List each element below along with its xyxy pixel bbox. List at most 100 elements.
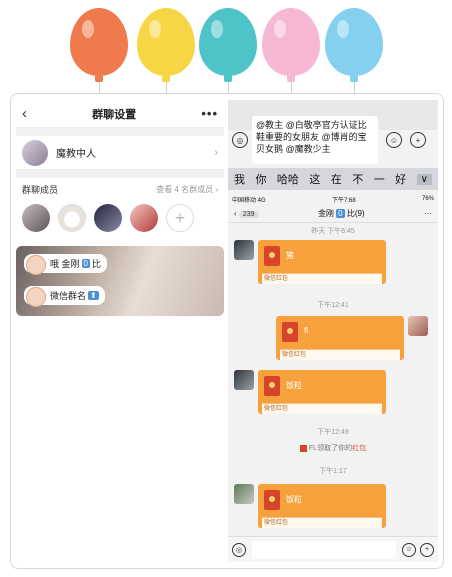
candidate[interactable]: 不 (352, 171, 363, 187)
red-packet-text: 饭粒 (286, 495, 302, 504)
emoji-icon[interactable]: ☺ (386, 132, 402, 148)
chat-panel: ◎ @教主 @白敬亭官方认证比鞋重要的女朋友 @博肖的宝贝女鹅 @魔教少主 ☺ … (228, 100, 438, 562)
balloon-yellow (137, 8, 195, 82)
ime-candidates: 我 你 哈哈 这 在 不 一 好 ∨ (228, 168, 438, 190)
photo-bubble: 哦 金刚 0 比 (24, 254, 107, 275)
member-avatar[interactable] (58, 204, 86, 232)
timestamp: 下午12:49 (317, 429, 349, 436)
add-member-button[interactable]: + (166, 204, 194, 232)
chat-title-suffix: 比(9) (346, 209, 365, 218)
more-icon[interactable]: ··· (424, 209, 432, 218)
candidate[interactable]: 在 (331, 171, 342, 187)
red-packet-text: 猪 (286, 251, 294, 260)
red-packet-icon (299, 444, 307, 452)
balloon-shine (337, 20, 349, 38)
bubble-text: 微信群名 (50, 291, 87, 301)
balloon-knot (287, 75, 295, 82)
arrow-up-icon: ⬆ (88, 291, 99, 300)
voice-icon[interactable]: ◎ (232, 132, 248, 148)
composer: ◎ @教主 @白敬亭官方认证比鞋重要的女朋友 @博肖的宝贝女鹅 @魔教少主 ☺ … (228, 114, 438, 166)
red-packet[interactable]: 猪 微信红包 (258, 240, 386, 284)
candidate[interactable]: 一 (374, 171, 385, 187)
back-button[interactable]: ‹ 239 (234, 209, 259, 218)
balloon-shine (274, 20, 286, 38)
balloon-blue (325, 8, 383, 82)
status-bar: 中国移动 4G 下午7:68 76% (228, 193, 438, 205)
settings-header: ‹ 群聊设置 ••• (16, 100, 224, 128)
battery: 76% (421, 196, 434, 202)
candidate[interactable]: 好 (395, 171, 406, 187)
red-packet-icon (264, 246, 280, 266)
candidate[interactable]: 这 (309, 171, 320, 187)
red-packet-label: 微信红包 (280, 349, 400, 360)
timestamp: 下午12:41 (317, 302, 349, 309)
self-avatar[interactable] (408, 316, 428, 336)
bubble-text: 哦 金刚 (50, 259, 80, 269)
member-avatar[interactable] (94, 204, 122, 232)
received-text: FL领取了你的 (308, 445, 353, 452)
members-header: 群聊成员 查看 4 名群成员 › (16, 178, 224, 200)
group-settings-panel: ‹ 群聊设置 ••• 魔教中人 › 群聊成员 查看 4 名群成员 › + 哦 金… (16, 100, 224, 316)
voice-icon[interactable]: ◎ (232, 542, 246, 557)
red-packet[interactable]: 饭粒 微信红包 (258, 484, 386, 528)
section-gap (16, 170, 224, 178)
clock: 下午7:68 (331, 197, 356, 204)
chevron-right-icon: › (214, 146, 218, 159)
message-row: 饭粒 微信红包 (234, 484, 386, 528)
red-packet-label: 微信红包 (262, 273, 382, 284)
red-packet-icon (264, 376, 280, 396)
red-packet-label: 微信红包 (262, 403, 382, 414)
member-avatar[interactable] (22, 204, 50, 232)
plus-icon[interactable]: + (410, 132, 426, 148)
candidate[interactable]: 你 (255, 171, 266, 187)
balloon-knot (350, 75, 358, 82)
red-packet-icon (264, 490, 280, 510)
candidate[interactable]: 哈哈 (277, 171, 299, 187)
balloon-teal (199, 8, 257, 82)
sender-avatar[interactable] (234, 484, 254, 504)
emoji-icon[interactable]: ☺ (402, 542, 416, 557)
chat-header: ‹ 239 金刚 0 比(9) ··· (228, 205, 438, 223)
page-title: 群聊设置 (92, 108, 137, 121)
balloon-shine (211, 20, 223, 38)
red-packet[interactable]: fl 微信红包 (276, 316, 404, 360)
plus-icon[interactable]: + (420, 542, 434, 557)
expand-candidates-icon[interactable]: ∨ (416, 173, 432, 185)
message-row: fl 微信红包 (276, 316, 428, 360)
members-list: + (16, 200, 224, 236)
chat-title: 金刚 0 比(9) (318, 208, 365, 219)
red-packet-icon (282, 322, 298, 342)
candidate[interactable]: 我 (234, 171, 245, 187)
red-packet[interactable]: 饭粒 微信红包 (258, 370, 386, 414)
balloon-shine (149, 20, 161, 38)
balloon-knot (95, 75, 103, 82)
more-icon[interactable]: ••• (201, 106, 218, 121)
sender-avatar[interactable] (234, 240, 254, 260)
sender-avatar[interactable] (234, 370, 254, 390)
red-packet-link[interactable]: 红包 (352, 445, 366, 452)
chat-input[interactable] (252, 540, 396, 559)
carrier: 中国移动 4G (232, 197, 266, 204)
tag-badge: 0 (81, 259, 90, 268)
cartoon-avatar (26, 287, 46, 307)
balloon-knot (162, 75, 170, 82)
message-input[interactable]: @教主 @白敬亭官方认证比鞋重要的女朋友 @博肖的宝贝女鹅 @魔教少主 (252, 116, 378, 164)
message-row: 饭粒 微信红包 (234, 370, 386, 414)
timestamp: 昨天 下午6:45 (311, 228, 355, 235)
balloon-pink (262, 8, 320, 82)
chevron-left-icon[interactable]: ‹ (22, 105, 27, 122)
chat-input-bar: ◎ ☺ + (228, 536, 438, 562)
balloon-knot (224, 75, 232, 82)
message-row: 猪 微信红包 (234, 240, 386, 284)
member-avatar[interactable] (130, 204, 158, 232)
view-members-text: 查看 4 名群成员 (156, 184, 214, 194)
red-packet-text: 饭粒 (286, 381, 302, 390)
members-label: 群聊成员 (22, 184, 59, 195)
unread-count: 239 (238, 211, 259, 218)
group-avatar (22, 139, 48, 166)
balloon-orange (70, 8, 128, 82)
chat-title-text: 金刚 (317, 209, 334, 218)
group-name: 魔教中人 (56, 149, 96, 160)
view-members-link[interactable]: 查看 4 名群成员 › (156, 184, 218, 195)
group-name-row[interactable]: 魔教中人 › (16, 136, 224, 170)
